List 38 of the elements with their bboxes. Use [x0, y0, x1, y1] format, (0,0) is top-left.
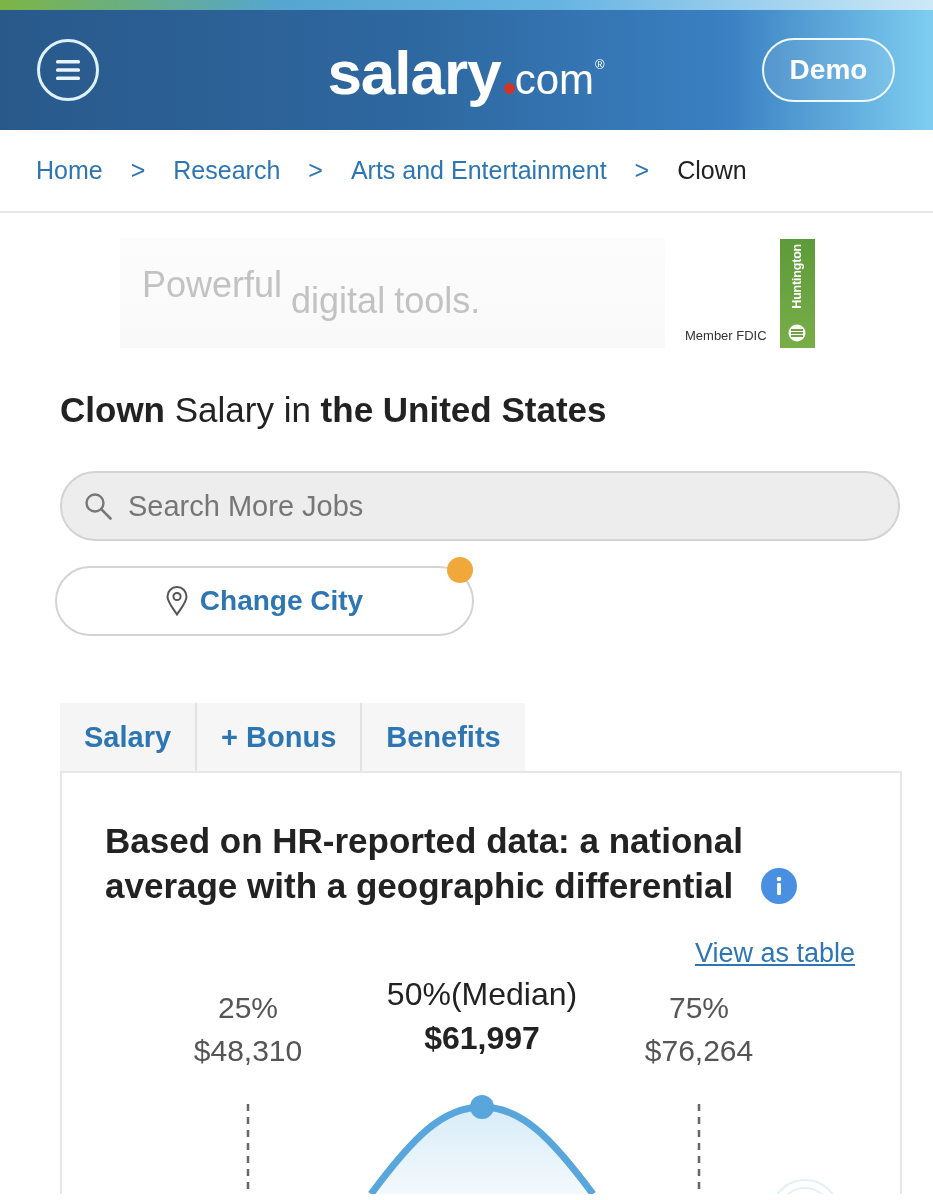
breadcrumb-link[interactable]: Home [36, 156, 103, 185]
ad-headline: digital [291, 281, 386, 321]
brand-name: Huntington [790, 244, 804, 309]
brand-badge[interactable]: Huntington [779, 239, 815, 348]
percentile-label: 50%(Median) [386, 975, 578, 1014]
search-field[interactable]: Search More Jobs [60, 471, 900, 541]
breadcrumb-link[interactable]: Research [173, 156, 281, 185]
tab[interactable]: Benefits [360, 703, 525, 771]
logo-dot-icon [503, 83, 515, 94]
percentile-amount: $61,997 [424, 1019, 540, 1058]
ad-headline: tools. [394, 281, 481, 321]
percentile-label: 75% [669, 990, 729, 1026]
ad-headline: Powerful [142, 265, 283, 305]
page-title: Clown Salary in the United States [60, 389, 607, 431]
search-icon [84, 492, 112, 520]
demo-button[interactable]: Demo [762, 38, 895, 102]
breadcrumb-current: Clown [677, 156, 747, 185]
brand-emblem-icon [788, 324, 807, 342]
percentile-amount: $48,310 [193, 1033, 303, 1069]
menu-button[interactable] [37, 39, 99, 101]
median-dot-icon [470, 1095, 494, 1119]
ad-disclaimer: Member FDIC [685, 328, 767, 343]
percentile-amount: $76,264 [644, 1033, 754, 1069]
logo-text: com [514, 59, 594, 101]
percentile-label: 25% [218, 990, 278, 1026]
tab[interactable]: Salary [60, 703, 196, 771]
table-view-link[interactable]: View as table [694, 938, 855, 968]
menu-icon [56, 60, 80, 80]
breadcrumb-separator: > [634, 156, 650, 185]
registered-mark: ® [595, 58, 605, 71]
location-pin-icon [165, 586, 188, 616]
breadcrumb-separator: > [130, 156, 146, 185]
info-icon[interactable] [761, 868, 797, 904]
panel-heading: Based on HR-reported data: a national average with a geographic differential [105, 820, 744, 907]
change-city-button[interactable]: Change City [55, 566, 474, 636]
breadcrumb-separator: > [308, 156, 323, 185]
tab[interactable]: + Bonus [195, 703, 361, 771]
breadcrumb-link[interactable]: Arts and Entertainment [350, 156, 607, 185]
